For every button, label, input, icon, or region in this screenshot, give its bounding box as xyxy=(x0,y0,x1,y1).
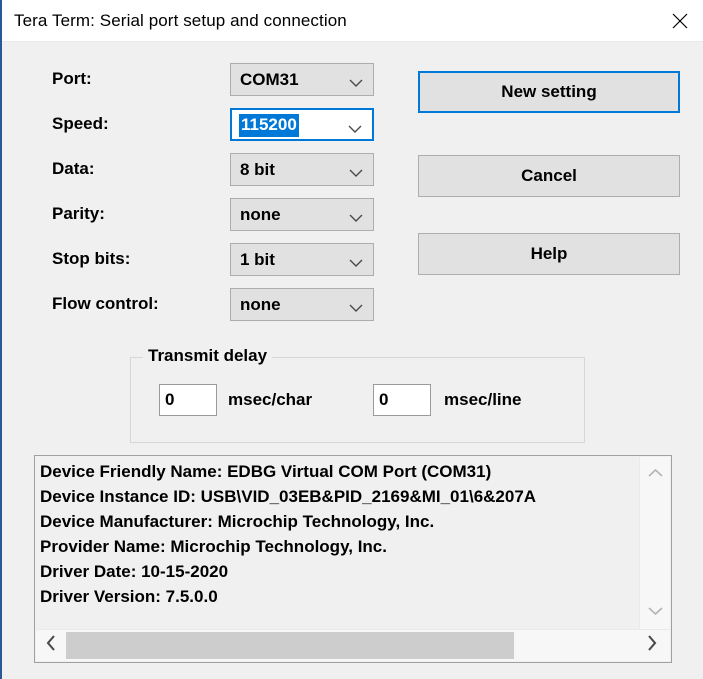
data-combobox[interactable]: 8 bit xyxy=(230,153,374,186)
parity-value: none xyxy=(240,205,281,224)
chevron-down-icon xyxy=(349,75,363,93)
msec-per-line-value: 0 xyxy=(379,390,389,409)
msec-per-line-input[interactable]: 0 xyxy=(373,384,431,416)
parity-combobox[interactable]: none xyxy=(230,198,374,231)
label-flow-control: Flow control: xyxy=(52,294,159,313)
field-row-stop-bits: Stop bits: 1 bit xyxy=(2,243,382,279)
msec-per-char-label: msec/char xyxy=(228,390,313,409)
scroll-right-button[interactable] xyxy=(636,630,666,661)
list-item: Device Manufacturer: Microchip Technolog… xyxy=(40,512,435,531)
label-stop-bits: Stop bits: xyxy=(52,249,131,268)
device-info-text: Device Friendly Name: EDBG Virtual COM P… xyxy=(40,459,637,627)
scroll-down-button[interactable] xyxy=(640,599,671,625)
port-combobox[interactable]: COM31 xyxy=(230,63,374,96)
chevron-up-icon xyxy=(648,465,663,483)
chevron-left-icon xyxy=(46,635,57,656)
horizontal-scrollbar[interactable] xyxy=(36,629,670,661)
title-bar: Tera Term: Serial port setup and connect… xyxy=(2,0,703,42)
new-setting-button[interactable]: New setting xyxy=(418,71,680,113)
speed-combobox[interactable]: 115200 xyxy=(230,108,374,141)
msec-per-char-value: 0 xyxy=(165,390,175,409)
stop-bits-value: 1 bit xyxy=(240,250,275,269)
cancel-button[interactable]: Cancel xyxy=(418,155,680,197)
flow-control-value: none xyxy=(240,295,281,314)
chevron-down-icon xyxy=(648,603,663,621)
close-icon xyxy=(669,10,691,32)
list-item: Driver Version: 7.5.0.0 xyxy=(40,587,218,606)
msec-per-line-label: msec/line xyxy=(444,390,522,409)
label-parity: Parity: xyxy=(52,204,105,223)
list-item: Device Instance ID: USB\VID_03EB&PID_216… xyxy=(40,487,537,506)
list-item: Device Friendly Name: EDBG Virtual COM P… xyxy=(40,462,492,481)
list-item: Driver Date: 10-15-2020 xyxy=(40,562,229,581)
list-item: Provider Name: Microchip Technology, Inc… xyxy=(40,537,387,556)
label-port: Port: xyxy=(52,69,92,88)
stop-bits-combobox[interactable]: 1 bit xyxy=(230,243,374,276)
chevron-down-icon xyxy=(349,165,363,183)
vertical-scrollbar[interactable] xyxy=(639,457,670,629)
help-button[interactable]: Help xyxy=(418,233,680,275)
chevron-down-icon xyxy=(349,255,363,273)
chevron-down-icon xyxy=(349,210,363,228)
field-row-flow-control: Flow control: none xyxy=(2,288,382,324)
label-speed: Speed: xyxy=(52,114,109,133)
dialog-client-area: Port: COM31 Speed: 115200 Data: 8 bit Pa… xyxy=(2,42,703,677)
field-row-port: Port: COM31 xyxy=(2,63,382,99)
speed-value: 115200 xyxy=(239,114,299,137)
field-row-speed: Speed: 115200 xyxy=(2,108,382,144)
chevron-right-icon xyxy=(646,635,657,656)
data-value: 8 bit xyxy=(240,160,275,179)
scroll-up-button[interactable] xyxy=(640,461,671,487)
chevron-down-icon xyxy=(349,300,363,318)
port-value: COM31 xyxy=(240,70,299,89)
field-row-parity: Parity: none xyxy=(2,198,382,234)
transmit-delay-group: Transmit delay 0 msec/char 0 msec/line xyxy=(130,346,585,443)
horizontal-scrollbar-thumb[interactable] xyxy=(66,632,514,659)
window-title: Tera Term: Serial port setup and connect… xyxy=(14,11,347,30)
label-data: Data: xyxy=(52,159,95,178)
field-row-data: Data: 8 bit xyxy=(2,153,382,189)
device-info-listbox[interactable]: Device Friendly Name: EDBG Virtual COM P… xyxy=(34,455,672,663)
chevron-down-icon xyxy=(348,121,362,139)
flow-control-combobox[interactable]: none xyxy=(230,288,374,321)
serial-port-setup-dialog: Tera Term: Serial port setup and connect… xyxy=(0,0,703,679)
msec-per-char-input[interactable]: 0 xyxy=(159,384,217,416)
transmit-delay-legend: Transmit delay xyxy=(143,346,273,366)
scroll-left-button[interactable] xyxy=(36,630,66,661)
close-button[interactable] xyxy=(657,0,703,41)
